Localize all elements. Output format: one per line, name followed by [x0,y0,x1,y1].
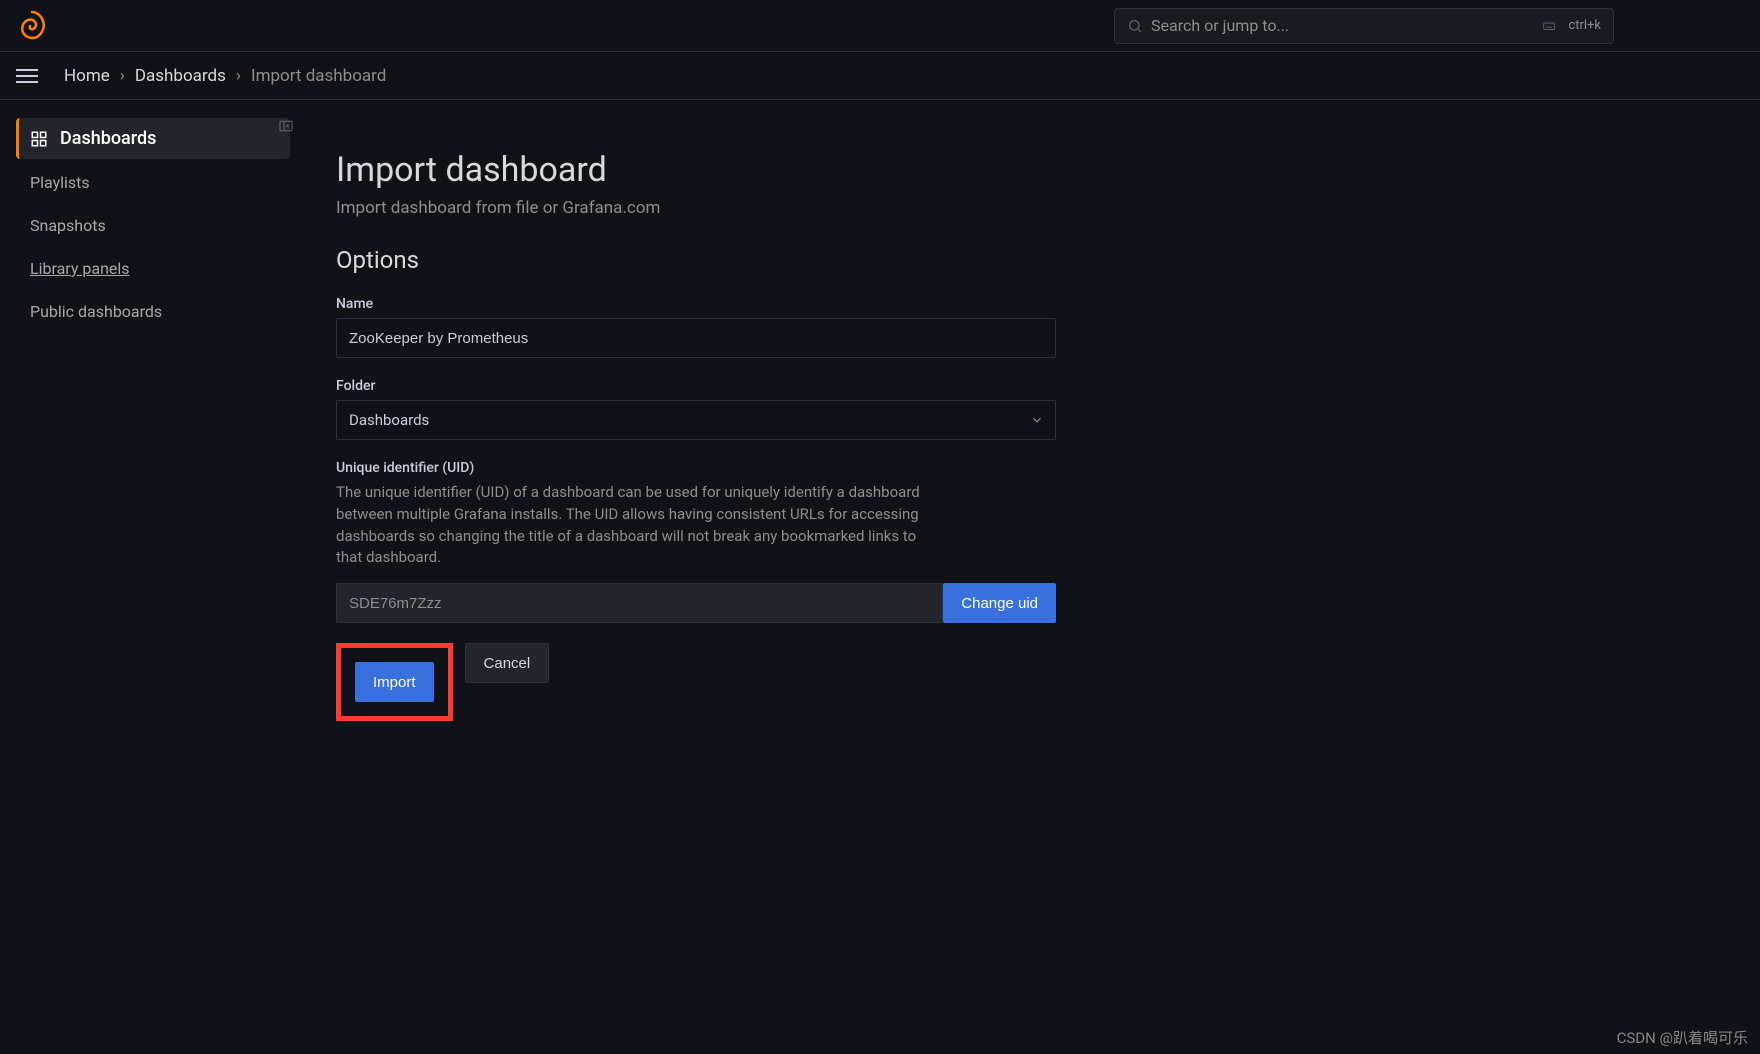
sidebar: Dashboards Playlists Snapshots Library p… [0,100,306,1054]
sidebar-item-label: Snapshots [30,216,106,235]
import-button[interactable]: Import [355,662,434,702]
search-input[interactable]: Search or jump to... ctrl+k [1114,8,1614,44]
keyboard-icon [1542,19,1556,33]
folder-select[interactable]: Dashboards [336,400,1056,440]
breadcrumb-home[interactable]: Home [64,66,110,86]
uid-input [336,583,943,623]
sidebar-item-label: Playlists [30,173,90,192]
breadcrumb-row: Home › Dashboards › Import dashboard [0,52,1760,100]
uid-helptext: The unique identifier (UID) of a dashboa… [336,482,944,569]
breadcrumb: Home › Dashboards › Import dashboard [64,66,386,86]
search-icon [1127,18,1143,34]
dock-left-icon[interactable] [278,118,294,134]
sidebar-item-dashboards[interactable]: Dashboards [16,118,290,159]
topbar: Search or jump to... ctrl+k [0,0,1760,52]
folder-label: Folder [336,378,1056,394]
grafana-logo-icon[interactable] [16,10,48,42]
main-panel: Import dashboard Import dashboard from f… [306,114,1760,1054]
apps-icon [30,130,48,148]
breadcrumb-dashboards[interactable]: Dashboards [135,66,226,86]
highlight-box: Import [336,643,453,721]
search-shortcut: ctrl+k [1542,18,1601,33]
page-title: Import dashboard [336,150,1730,190]
uid-label: Unique identifier (UID) [336,460,1056,476]
actions-row: Import Cancel [336,643,1730,721]
search-placeholder: Search or jump to... [1151,16,1542,35]
sidebar-item-playlists[interactable]: Playlists [16,163,290,202]
sidebar-item-public-dashboards[interactable]: Public dashboards [16,292,290,331]
options-heading: Options [336,246,1730,274]
sidebar-item-label: Dashboards [60,128,156,149]
chevron-right-icon: › [120,66,125,86]
name-input[interactable] [336,318,1056,358]
chevron-right-icon: › [236,66,241,86]
breadcrumb-current: Import dashboard [251,66,386,86]
sidebar-item-snapshots[interactable]: Snapshots [16,206,290,245]
uid-field: Unique identifier (UID) The unique ident… [336,460,1056,623]
sidebar-item-label: Public dashboards [30,302,162,321]
page-subtitle: Import dashboard from file or Grafana.co… [336,198,1730,218]
cancel-button[interactable]: Cancel [465,643,550,683]
change-uid-button[interactable]: Change uid [943,583,1056,623]
sidebar-item-library-panels[interactable]: Library panels [16,249,290,288]
sidebar-item-label: Library panels [30,259,130,278]
folder-field: Folder Dashboards [336,378,1056,440]
menu-toggle-icon[interactable] [16,62,44,90]
name-field: Name [336,296,1056,358]
name-label: Name [336,296,1056,312]
watermark: CSDN @趴着喝可乐 [1617,1027,1748,1048]
